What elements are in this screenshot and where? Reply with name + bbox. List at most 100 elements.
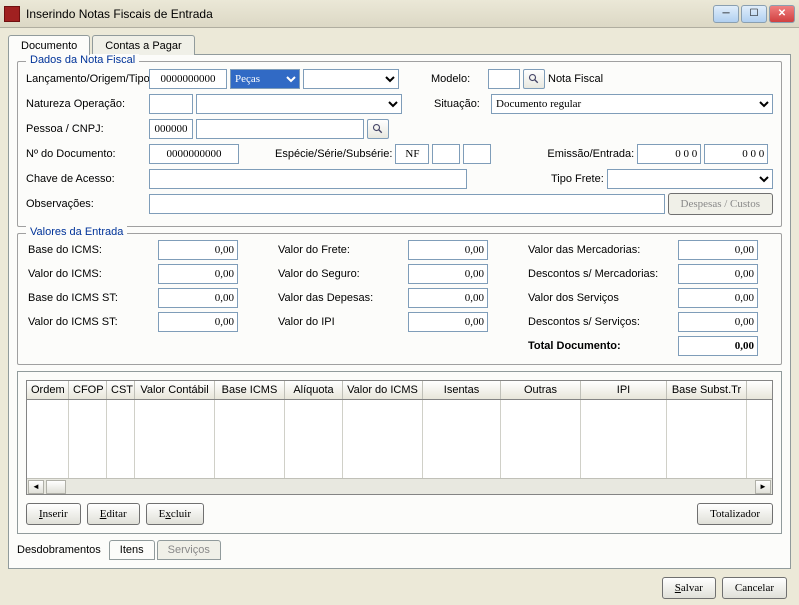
pessoa-name-input[interactable] [196,119,364,139]
window-title: Inserindo Notas Fiscais de Entrada [26,7,713,21]
valor-merc-label: Valor das Mercadorias: [528,244,678,256]
valor-icms-label: Valor do ICMS: [28,268,158,280]
subtab-itens[interactable]: Itens [109,540,155,560]
modelo-lookup-button[interactable] [523,69,545,89]
tab-documento[interactable]: Documento [8,35,90,55]
cancelar-button[interactable]: Cancelar [722,577,787,599]
emissao-input[interactable] [637,144,701,164]
app-icon [4,6,20,22]
scroll-thumb[interactable] [46,480,66,494]
pessoa-code-input[interactable] [149,119,193,139]
chave-label: Chave de Acesso: [26,173,146,185]
numdoc-input[interactable] [149,144,239,164]
valor-seguro-input[interactable] [408,264,488,284]
maximize-button[interactable]: ☐ [741,5,767,23]
modelo-input[interactable] [488,69,520,89]
serie-input[interactable] [432,144,460,164]
scroll-left-button[interactable]: ◄ [28,480,44,494]
search-icon [528,73,540,85]
especie-input[interactable] [395,144,429,164]
grid-cell [285,400,343,478]
pessoa-label: Pessoa / CNPJ: [26,123,146,135]
numdoc-label: Nº do Documento: [26,148,146,160]
despesas-custos-button[interactable]: Despesas / Custos [668,193,773,215]
natureza-code-input[interactable] [149,94,193,114]
items-grid[interactable]: OrdemCFOPCSTValor ContábilBase ICMSAlíqu… [26,380,773,495]
grid-cell [215,400,285,478]
obs-label: Observações: [26,198,146,210]
sub-tabs: Itens Serviços [109,540,223,560]
grid-col-isentas[interactable]: Isentas [423,381,501,399]
frete-label: Tipo Frete: [551,173,604,185]
grid-col-base-subst-tr[interactable]: Base Subst.Tr [667,381,747,399]
subserie-input[interactable] [463,144,491,164]
subtab-servicos[interactable]: Serviços [157,540,221,560]
grid-col-ipi[interactable]: IPI [581,381,667,399]
grid-col-valor-do-icms[interactable]: Valor do ICMS [343,381,423,399]
salvar-button[interactable]: Salvar [662,577,716,599]
obs-input[interactable] [149,194,665,214]
grid-cell [343,400,423,478]
totalizador-button[interactable]: Totalizador [697,503,773,525]
valor-icms-input[interactable] [158,264,238,284]
inserir-button[interactable]: Inserir [26,503,81,525]
grid-col-outras[interactable]: Outras [501,381,581,399]
base-icms-label: Base do ICMS: [28,244,158,256]
modelo-text: Nota Fiscal [548,73,603,85]
valor-merc-input[interactable] [678,240,758,260]
grid-col-cst[interactable]: CST [107,381,135,399]
grid-col-valor-cont-bil[interactable]: Valor Contábil [135,381,215,399]
total-doc-input[interactable] [678,336,758,356]
grid-cell [135,400,215,478]
emissao-label: Emissão/Entrada: [547,148,634,160]
lancamento-input[interactable] [149,69,227,89]
valor-ipi-input[interactable] [408,312,488,332]
excluir-button[interactable]: Excluir [146,503,204,525]
frete-select[interactable] [607,169,773,189]
grid-cell [107,400,135,478]
origem-select[interactable]: Peças [230,69,300,89]
base-icms-st-label: Base do ICMS ST: [28,292,158,304]
grid-cell [69,400,107,478]
grid-col-base-icms[interactable]: Base ICMS [215,381,285,399]
tipo-select[interactable] [303,69,399,89]
valor-ipi-label: Valor do IPI [278,316,408,328]
grid-cell [581,400,667,478]
valor-serv-label: Valor dos Serviços [528,292,678,304]
grid-header: OrdemCFOPCSTValor ContábilBase ICMSAlíqu… [27,381,772,400]
grid-col-cfop[interactable]: CFOP [69,381,107,399]
grid-cell [423,400,501,478]
grid-cell [27,400,69,478]
natureza-desc-select[interactable] [196,94,402,114]
fieldset-valores: Valores da Entrada Base do ICMS: Valor d… [17,233,782,365]
close-button[interactable]: ✕ [769,5,795,23]
valor-icms-st-input[interactable] [158,312,238,332]
situacao-select[interactable]: Documento regular [491,94,773,114]
grid-horizontal-scrollbar[interactable]: ◄ ► [27,478,772,494]
tab-contas-a-pagar[interactable]: Contas a Pagar [92,35,194,55]
minimize-button[interactable]: ─ [713,5,739,23]
base-icms-st-input[interactable] [158,288,238,308]
valor-despesas-input[interactable] [408,288,488,308]
valor-frete-label: Valor do Frete: [278,244,408,256]
main-tabs: Documento Contas a Pagar [8,34,791,55]
pessoa-lookup-button[interactable] [367,119,389,139]
natureza-label: Natureza Operação: [26,98,146,110]
editar-button[interactable]: Editar [87,503,140,525]
modelo-label: Modelo: [431,73,485,85]
legend-dados-nota: Dados da Nota Fiscal [26,54,139,66]
desc-merc-input[interactable] [678,264,758,284]
entrada-input[interactable] [704,144,768,164]
valor-frete-input[interactable] [408,240,488,260]
chave-input[interactable] [149,169,467,189]
grid-cell [501,400,581,478]
base-icms-input[interactable] [158,240,238,260]
grid-col-ordem[interactable]: Ordem [27,381,69,399]
desdobramentos-label: Desdobramentos [17,544,101,556]
total-doc-label: Total Documento: [528,340,678,352]
desc-serv-input[interactable] [678,312,758,332]
window-titlebar: Inserindo Notas Fiscais de Entrada ─ ☐ ✕ [0,0,799,28]
valor-serv-input[interactable] [678,288,758,308]
scroll-right-button[interactable]: ► [755,480,771,494]
grid-col-al-quota[interactable]: Alíquota [285,381,343,399]
